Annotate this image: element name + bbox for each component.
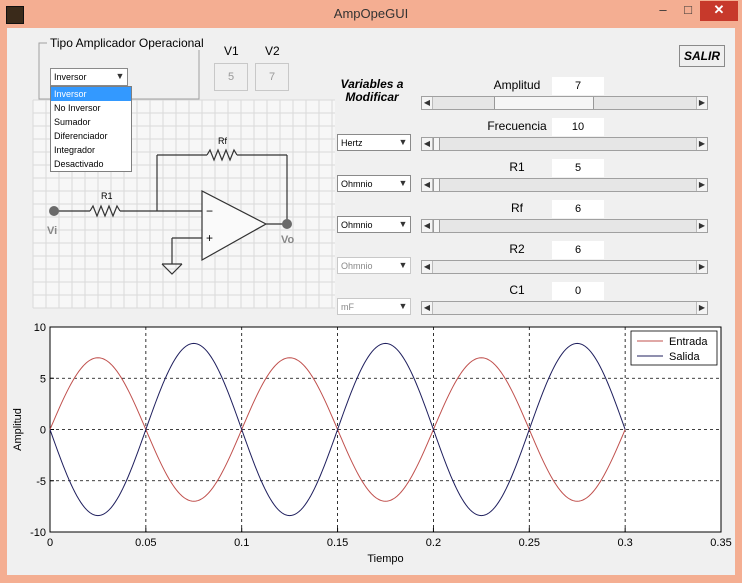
- r2-value-field[interactable]: 6: [552, 241, 604, 259]
- legend-entry: Salida: [669, 351, 700, 363]
- arrow-right-icon[interactable]: ▶: [696, 220, 707, 232]
- r2-unit-select: Ohmnio ▼: [337, 257, 411, 274]
- figure-area: Tipo Amplicador Operacional Rf R1 Vi Vo …: [7, 28, 735, 575]
- y-tick-label: -10: [30, 527, 46, 539]
- vi-label: Vi: [47, 225, 57, 237]
- frecuencia-unit-select[interactable]: Hertz ▼: [337, 134, 411, 151]
- rf-unit-select[interactable]: Ohmnio ▼: [337, 216, 411, 233]
- window-title: AmpOpeGUI: [333, 6, 409, 21]
- v2-label: V2: [265, 44, 280, 58]
- op-type-select-value: Inversor: [54, 72, 87, 82]
- title-bar: AmpOpeGUI – □ ✕: [0, 0, 742, 28]
- rf-unit-value: Ohmnio: [341, 220, 373, 230]
- inverting-input-sign: −: [206, 204, 213, 218]
- vo-label: Vo: [281, 234, 295, 246]
- x-axis-label: Tiempo: [367, 553, 403, 565]
- chevron-down-icon[interactable]: ▼: [396, 135, 410, 150]
- c1-slider: ◀ ▶: [421, 301, 708, 315]
- y-tick-label: 5: [40, 373, 46, 385]
- variables-title: Variables a Modificar: [340, 77, 404, 104]
- op-type-panel-title: Tipo Amplicador Operacional: [50, 36, 204, 50]
- v1-field: 5: [214, 63, 248, 91]
- arrow-left-icon[interactable]: ◀: [422, 97, 433, 109]
- chevron-down-icon[interactable]: ▼: [396, 176, 410, 191]
- app-window: AmpOpeGUI – □ ✕ Tipo Amplicador Operacio…: [0, 0, 742, 583]
- arrow-left-icon[interactable]: ◀: [422, 179, 433, 191]
- y-tick-label: 0: [40, 425, 46, 437]
- x-tick-label: 0.35: [710, 537, 731, 549]
- x-tick-label: 0.15: [327, 537, 348, 549]
- op-option-sumador[interactable]: Sumador: [51, 115, 131, 129]
- slider-thumb[interactable]: [433, 179, 440, 191]
- c1-unit-select: mF ▼: [337, 298, 411, 315]
- r1-slider[interactable]: ◀ ▶: [421, 178, 708, 192]
- slider-thumb[interactable]: [433, 220, 440, 232]
- legend-entry: Entrada: [669, 336, 708, 348]
- chevron-down-icon: ▼: [398, 260, 408, 270]
- r1-label: R1: [101, 191, 113, 201]
- r2-slider: ◀ ▶: [421, 260, 708, 274]
- op-option-inversor[interactable]: Inversor: [51, 87, 131, 101]
- y-axis-label: Amplitud: [12, 408, 24, 451]
- op-type-dropdown: Inversor No Inversor Sumador Diferenciad…: [50, 86, 132, 172]
- noninverting-input-sign: +: [206, 231, 213, 245]
- y-tick-label: -5: [36, 476, 46, 488]
- x-tick-label: 0.05: [135, 537, 156, 549]
- frecuencia-unit-value: Hertz: [341, 138, 363, 148]
- rf-label: Rf: [218, 136, 227, 146]
- c1-value-field[interactable]: 0: [552, 282, 604, 300]
- slider-thumb[interactable]: [494, 97, 595, 109]
- arrow-right-icon[interactable]: ▶: [696, 179, 707, 191]
- chevron-down-icon: ▼: [398, 301, 408, 311]
- amplitud-slider[interactable]: ◀ ▶: [421, 96, 708, 110]
- salir-button[interactable]: SALIR: [679, 45, 725, 67]
- op-type-select[interactable]: Inversor ▼: [50, 68, 128, 86]
- arrow-right-icon: ▶: [696, 261, 707, 273]
- arrow-right-icon[interactable]: ▶: [696, 97, 707, 109]
- chevron-down-icon[interactable]: ▼: [113, 69, 127, 84]
- x-tick-label: 0.1: [234, 537, 249, 549]
- op-option-integrador[interactable]: Integrador: [51, 143, 131, 157]
- maximize-button[interactable]: □: [676, 1, 700, 21]
- r1-unit-select[interactable]: Ohmnio ▼: [337, 175, 411, 192]
- close-button[interactable]: ✕: [700, 1, 738, 21]
- signal-plot[interactable]: 0 0.05 0.1 0.15 0.2 0.25 0.3 0.35 10 5 0 -5 -10 Tiemp…: [12, 322, 732, 565]
- v1-label: V1: [224, 44, 239, 58]
- op-option-no-inversor[interactable]: No Inversor: [51, 101, 131, 115]
- arrow-left-icon[interactable]: ◀: [422, 220, 433, 232]
- r1-value-field[interactable]: 5: [552, 159, 604, 177]
- v2-field: 7: [255, 63, 289, 91]
- frecuencia-slider[interactable]: ◀ ▶: [421, 137, 708, 151]
- arrow-left-icon[interactable]: ◀: [422, 138, 433, 150]
- x-tick-label: 0.2: [426, 537, 441, 549]
- rf-slider[interactable]: ◀ ▶: [421, 219, 708, 233]
- op-option-diferenciador[interactable]: Diferenciador: [51, 129, 131, 143]
- frecuencia-value-field[interactable]: 10: [552, 118, 604, 136]
- amplitud-value-field[interactable]: 7: [552, 77, 604, 95]
- vi-node: [49, 206, 59, 216]
- arrow-right-icon[interactable]: ▶: [696, 138, 707, 150]
- c1-unit-value: mF: [341, 302, 354, 312]
- vo-node: [282, 219, 292, 229]
- arrow-right-icon: ▶: [696, 302, 707, 314]
- x-tick-label: 0: [47, 537, 53, 549]
- r1-unit-value: Ohmnio: [341, 179, 373, 189]
- x-tick-label: 0.25: [519, 537, 540, 549]
- chevron-down-icon[interactable]: ▼: [396, 217, 410, 232]
- arrow-left-icon: ◀: [422, 261, 433, 273]
- x-tick-label: 0.3: [617, 537, 632, 549]
- y-tick-label: 10: [34, 322, 46, 334]
- minimize-button[interactable]: –: [650, 1, 676, 21]
- arrow-left-icon: ◀: [422, 302, 433, 314]
- op-option-desactivado[interactable]: Desactivado: [51, 157, 131, 171]
- slider-thumb[interactable]: [433, 138, 440, 150]
- r2-unit-value: Ohmnio: [341, 261, 373, 271]
- rf-value-field[interactable]: 6: [552, 200, 604, 218]
